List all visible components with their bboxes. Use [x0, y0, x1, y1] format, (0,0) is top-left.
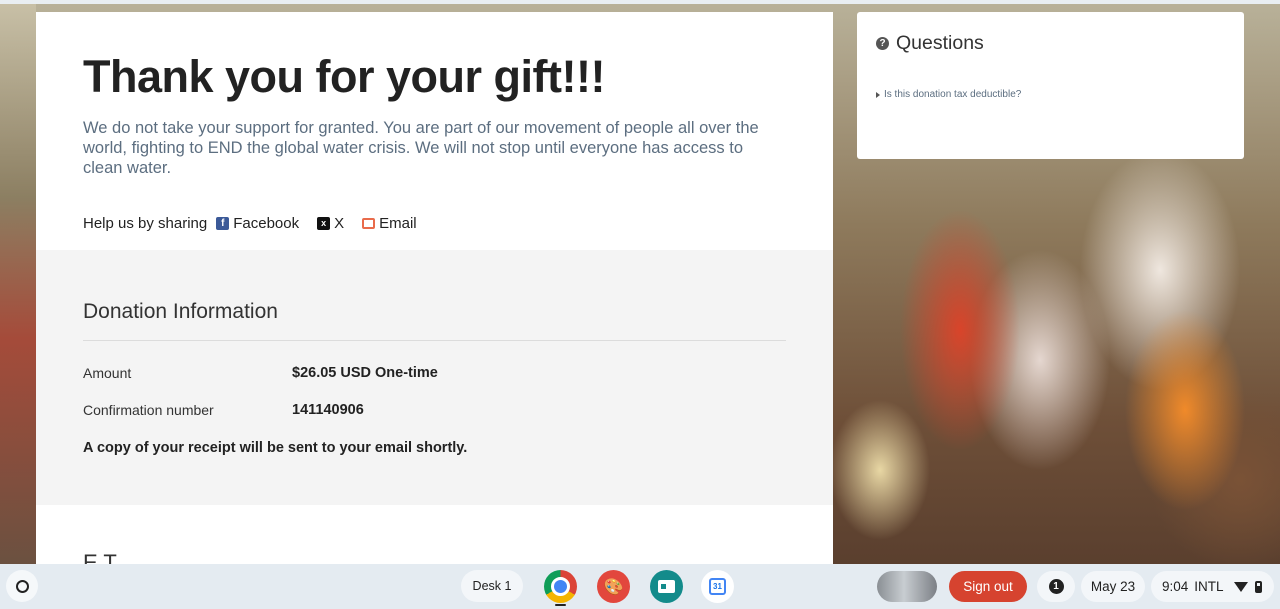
faq-item[interactable]: Is this donation tax deductible?: [876, 89, 1225, 100]
notification-count-badge: 1: [1048, 579, 1064, 594]
amount-value: $26.05 USD One-time: [292, 365, 438, 381]
share-x-label: X: [334, 215, 345, 232]
facebook-icon: f: [216, 217, 230, 230]
donation-info-heading: Donation Information: [83, 300, 278, 323]
account-avatars[interactable]: [877, 571, 937, 602]
active-app-indicator: [555, 604, 566, 606]
hero-section: Thank you for your gift!!! We do not tak…: [36, 12, 833, 250]
chrome-app-icon[interactable]: [544, 570, 577, 603]
date-tray[interactable]: May 23: [1081, 571, 1145, 602]
confirmation-row: Confirmation number 141140906: [83, 402, 786, 418]
system-shelf: Desk 1 🎨 31 Sign out 1 May 23 9:04 INTL: [0, 564, 1280, 609]
share-x-link[interactable]: x X: [317, 215, 344, 232]
share-email-link[interactable]: Email: [362, 215, 417, 232]
background-photo-left-edge: [0, 0, 36, 564]
sign-out-button[interactable]: Sign out: [949, 571, 1027, 602]
slides-glyph-icon: [658, 580, 675, 593]
wifi-icon: [1233, 581, 1248, 592]
donation-info-section: Donation Information Amount $26.05 USD O…: [36, 250, 833, 505]
clock-time: 9:04: [1162, 579, 1189, 594]
share-label: Help us by sharing: [83, 215, 208, 232]
share-facebook-label: Facebook: [233, 215, 300, 232]
questions-title: Questions: [896, 32, 984, 54]
receipt-note: A copy of your receipt will be sent to y…: [83, 440, 468, 456]
paint-app-icon[interactable]: 🎨: [597, 570, 630, 603]
thank-you-panel: Thank you for your gift!!! We do not tak…: [36, 12, 833, 564]
x-icon: x: [317, 217, 331, 230]
notification-button[interactable]: 1: [1037, 571, 1075, 602]
amount-label: Amount: [83, 365, 132, 381]
input-method: INTL: [1194, 579, 1224, 594]
calendar-day: 31: [709, 578, 726, 595]
questions-panel: ? Questions Is this donation tax deducti…: [857, 12, 1244, 159]
launcher-icon: [15, 579, 29, 593]
next-section-heading-partial: E T: [83, 550, 117, 564]
divider: [83, 340, 786, 341]
caret-right-icon: [876, 91, 880, 98]
calendar-app-icon[interactable]: 31: [701, 570, 734, 603]
help-circle-icon: ?: [876, 37, 889, 50]
amount-row: Amount $26.05 USD One-time: [83, 365, 786, 381]
questions-heading: ? Questions: [876, 32, 1225, 55]
top-strip: [0, 0, 1280, 4]
share-email-label: Email: [379, 215, 417, 232]
slides-app-icon[interactable]: [650, 570, 683, 603]
confirmation-label: Confirmation number: [83, 402, 214, 418]
email-icon: [362, 218, 376, 229]
faq-question: Is this donation tax deductible?: [884, 89, 1022, 100]
status-tray[interactable]: 9:04 INTL: [1151, 571, 1274, 602]
launcher-button[interactable]: [6, 570, 38, 602]
page-title: Thank you for your gift!!!: [83, 51, 605, 102]
share-facebook-link[interactable]: f Facebook: [216, 215, 299, 232]
share-bar: Help us by sharing f Facebook x X Email: [83, 215, 786, 232]
confirmation-value: 141140906: [292, 402, 364, 418]
desk-button[interactable]: Desk 1: [461, 570, 523, 602]
battery-icon: [1254, 580, 1262, 593]
thank-you-message: We do not take your support for granted.…: [83, 119, 759, 177]
